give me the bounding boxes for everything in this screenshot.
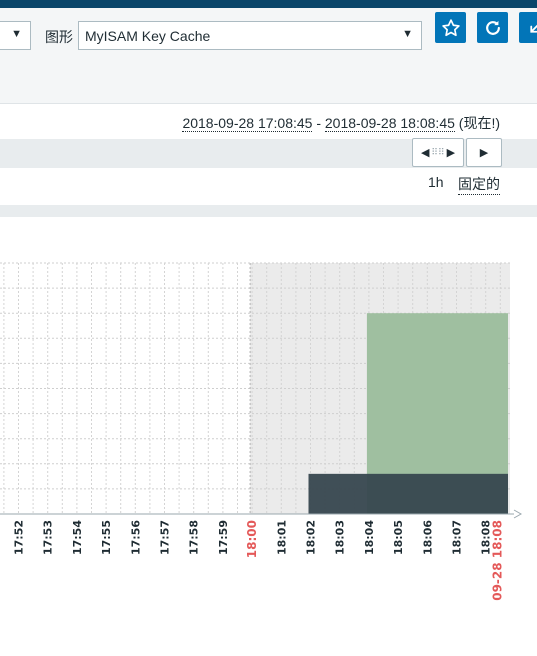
chevron-down-icon: ▼ xyxy=(11,28,22,40)
x-tick-label: 18:04 xyxy=(363,520,376,555)
time-to[interactable]: 2018-09-28 18:08:45 xyxy=(324,115,455,132)
x-tick-label: 18:07 xyxy=(451,520,464,555)
arrow-left-icon: ◀ xyxy=(420,147,430,159)
arrow-right-icon: ▶ xyxy=(446,147,456,159)
collapse-button[interactable] xyxy=(519,12,537,43)
series-area-2 xyxy=(308,473,508,514)
time-range: 2018-09-28 17:08:45 - 2018-09-28 18:08:4… xyxy=(182,113,500,133)
x-axis-arrow-icon xyxy=(513,509,523,519)
graph-label: 图形 xyxy=(45,29,73,45)
x-tick-label: 17:57 xyxy=(159,520,172,555)
x-tick-label: 17:59 xyxy=(217,520,230,555)
fixed-toggle[interactable]: 固定的 xyxy=(458,174,500,195)
x-tick-label: 17:58 xyxy=(188,520,201,555)
refresh-button[interactable] xyxy=(477,12,508,43)
x-tick-label: 17:56 xyxy=(129,520,142,555)
graph-chart: 17:52 17:53 17:54 17:55 17:56 17:57 17:58 17:59… xyxy=(0,262,523,601)
host-select[interactable]: ▼ xyxy=(0,21,31,50)
timeline-scroll-button[interactable]: ◀ ⠿⠿ ▶ xyxy=(412,138,464,167)
timeline-next-button[interactable]: ▶ xyxy=(466,138,502,167)
top-header-bar xyxy=(0,0,537,8)
time-from[interactable]: 2018-09-28 17:08:45 xyxy=(182,115,313,132)
filter-subbar xyxy=(0,59,537,104)
drag-handle-icon: ⠿⠿ xyxy=(431,147,445,157)
x-tick-label: 17:53 xyxy=(42,520,55,555)
favourite-button[interactable] xyxy=(435,12,466,43)
section-separator xyxy=(0,205,537,217)
refresh-icon xyxy=(485,20,500,35)
graph-select-value: MyISAM Key Cache xyxy=(85,28,211,44)
x-tick-label: 18:05 xyxy=(392,520,405,555)
x-tick-label: 18:02 xyxy=(305,520,318,555)
star-icon xyxy=(441,18,460,36)
time-now-note: (现在!) xyxy=(458,115,500,131)
x-tick-label: 17:54 xyxy=(71,520,84,555)
arrow-right-icon: ▶ xyxy=(479,147,489,159)
time-separator: - xyxy=(312,115,325,131)
x-tick-label: 18:00 xyxy=(245,520,259,558)
graph-select[interactable]: MyISAM Key Cache ▼ xyxy=(78,21,422,50)
x-tick-label: 17:52 xyxy=(13,520,26,555)
x-tick-label: 18:03 xyxy=(334,520,347,555)
x-tick-label: 17:55 xyxy=(100,520,113,555)
period-value: 1h xyxy=(428,174,444,190)
x-tick-label: 18:06 xyxy=(421,520,434,555)
x-tick-label: 18:01 xyxy=(275,520,288,555)
chevron-down-icon: ▼ xyxy=(402,28,413,40)
collapse-icon xyxy=(529,23,537,33)
x-end-label: 09-28 18:08 xyxy=(491,520,505,601)
